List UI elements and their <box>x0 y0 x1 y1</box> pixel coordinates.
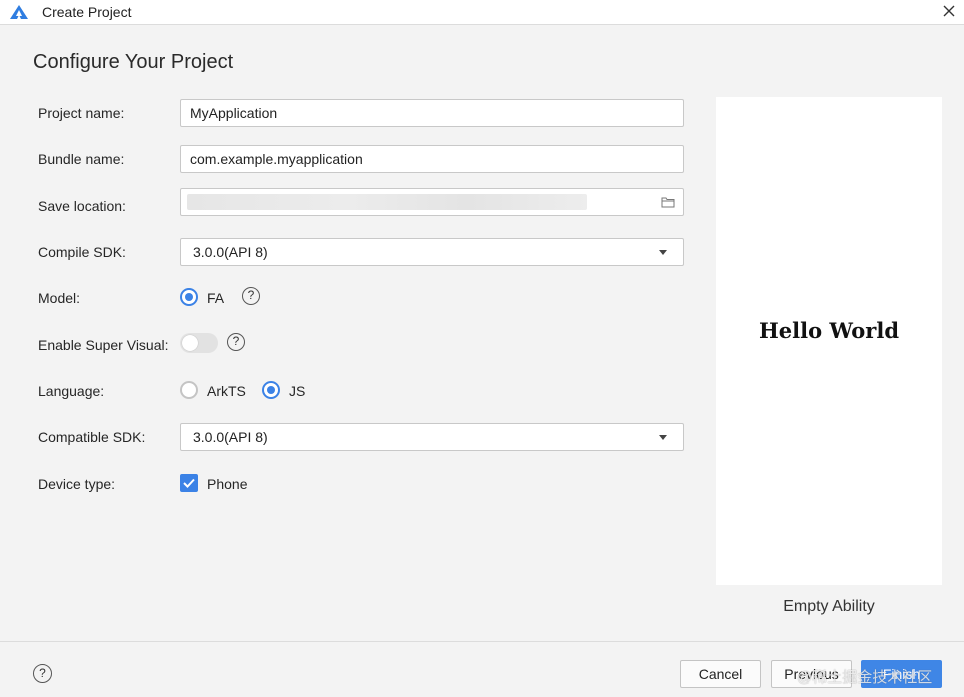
project-name-label: Project name: <box>38 105 125 121</box>
footer-divider <box>0 641 964 642</box>
compatible-sdk-label: Compatible SDK: <box>38 429 146 445</box>
compile-sdk-select[interactable]: 3.0.0(API 8) <box>180 238 684 266</box>
redacted-path <box>187 194 587 210</box>
preview-hello-text: Hello World <box>758 318 900 343</box>
close-icon[interactable] <box>940 2 958 20</box>
help-icon[interactable]: ? <box>227 333 245 351</box>
project-name-input[interactable]: MyApplication <box>180 99 684 127</box>
language-option-js: JS <box>289 383 306 399</box>
folder-icon[interactable] <box>661 196 675 208</box>
compile-sdk-label: Compile SDK: <box>38 244 126 260</box>
enable-super-visual-label: Enable Super Visual: <box>38 337 169 353</box>
bundle-name-input[interactable]: com.example.myapplication <box>180 145 684 173</box>
language-option-arkts: ArkTS <box>207 383 246 399</box>
model-radio-fa[interactable] <box>180 288 198 306</box>
save-location-label: Save location: <box>38 198 126 214</box>
watermark: @稀土掘金技术社区 <box>797 669 933 686</box>
model-label: Model: <box>38 290 81 306</box>
save-location-input[interactable] <box>180 188 684 216</box>
device-type-phone-label: Phone <box>207 476 248 492</box>
window-title: Create Project <box>42 4 132 20</box>
language-label: Language: <box>38 383 105 399</box>
help-icon[interactable]: ? <box>242 287 260 305</box>
device-type-label: Device type: <box>38 476 116 492</box>
device-type-phone-checkbox[interactable] <box>180 474 198 492</box>
page-title: Configure Your Project <box>33 51 234 73</box>
toggle-knob <box>182 335 198 351</box>
chevron-down-icon <box>659 435 667 440</box>
help-icon[interactable]: ? <box>33 664 52 683</box>
compatible-sdk-select[interactable]: 3.0.0(API 8) <box>180 423 684 451</box>
harmony-logo-icon <box>10 5 28 19</box>
language-radio-js[interactable] <box>262 381 280 399</box>
super-visual-toggle[interactable] <box>180 333 218 353</box>
compile-sdk-value: 3.0.0(API 8) <box>193 244 268 260</box>
template-name: Empty Ability <box>783 598 875 615</box>
chevron-down-icon <box>659 250 667 255</box>
title-bar: Create Project <box>0 0 964 25</box>
compatible-sdk-value: 3.0.0(API 8) <box>193 429 268 445</box>
language-radio-arkts[interactable] <box>180 381 198 399</box>
template-preview: Hello World <box>716 97 942 585</box>
checkmark-icon <box>183 478 195 488</box>
cancel-button[interactable]: Cancel <box>680 660 761 688</box>
model-option-label: FA <box>207 290 225 306</box>
bundle-name-label: Bundle name: <box>38 151 125 167</box>
